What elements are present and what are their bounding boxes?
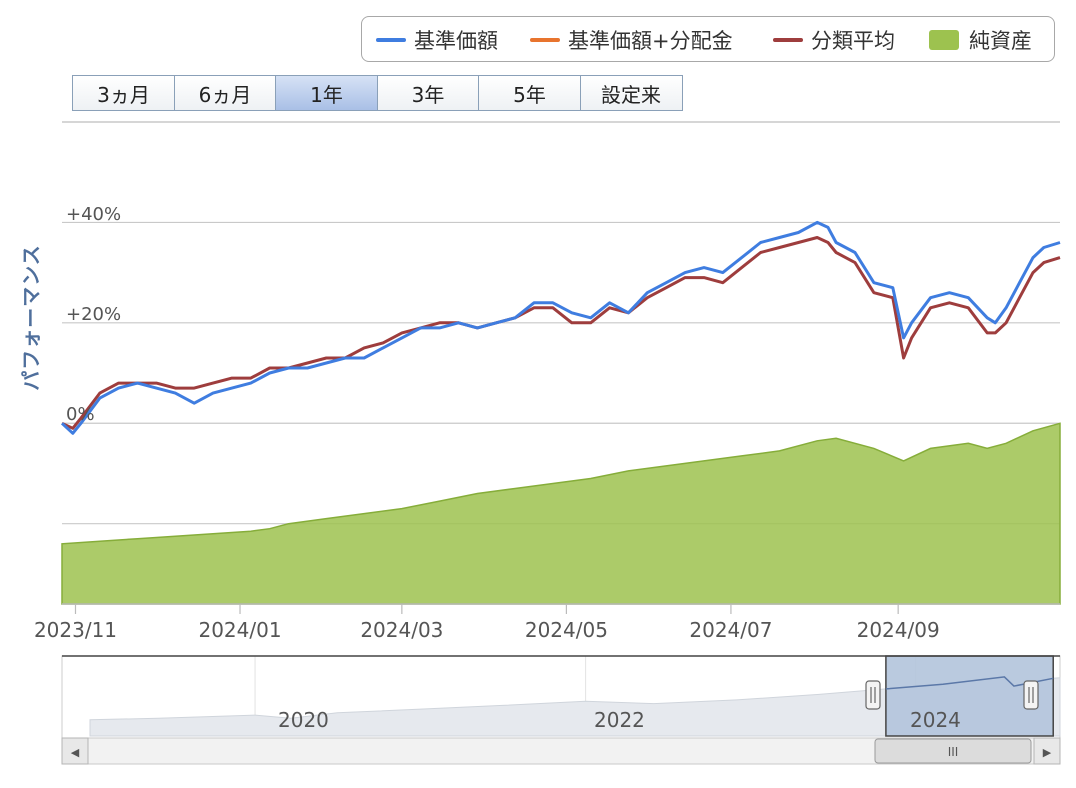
navigator-left-handle[interactable] [865,680,881,710]
series-lines-layer [60,220,1061,435]
x-tick-label: 2024/01 [198,618,281,642]
x-tick-label: 2024/07 [689,618,772,642]
performance-chart: +40% +20% 0% 2023/11 2024/01 2024/03 2024/0… [34,121,1061,765]
x-tick-label: 2024/05 [525,618,608,642]
navigator-year-label: 2022 [594,708,645,732]
x-tick-labels: 2023/11 2024/01 2024/03 2024/05 2024/07 2024/… [34,604,940,642]
y-tick-label: +20% [66,304,121,325]
navigator[interactable]: 2020 2022 2024 [61,655,1061,739]
scroll-right-arrow-icon: ▶ [1043,746,1052,759]
scroll-left-arrow-icon: ◀ [71,746,80,759]
y-tick-label: +40% [66,204,121,225]
nav-series-line [60,220,1061,435]
x-tick-label: 2024/09 [857,618,940,642]
scroll-thumb-grip-icon: III [948,745,959,759]
net-assets-area [61,422,1061,605]
x-tick-label: 2023/11 [34,618,117,642]
category-average-series-line [61,236,1061,430]
navigator-year-label: 2020 [278,708,329,732]
scrollbar[interactable]: ◀ ▶ III [61,737,1061,765]
navigator-year-label: 2024 [910,708,961,732]
navigator-right-handle[interactable] [1023,680,1039,710]
x-tick-label: 2024/03 [360,618,443,642]
net-assets-area-layer [61,422,1061,605]
y-tick-label: 0% [66,404,95,425]
